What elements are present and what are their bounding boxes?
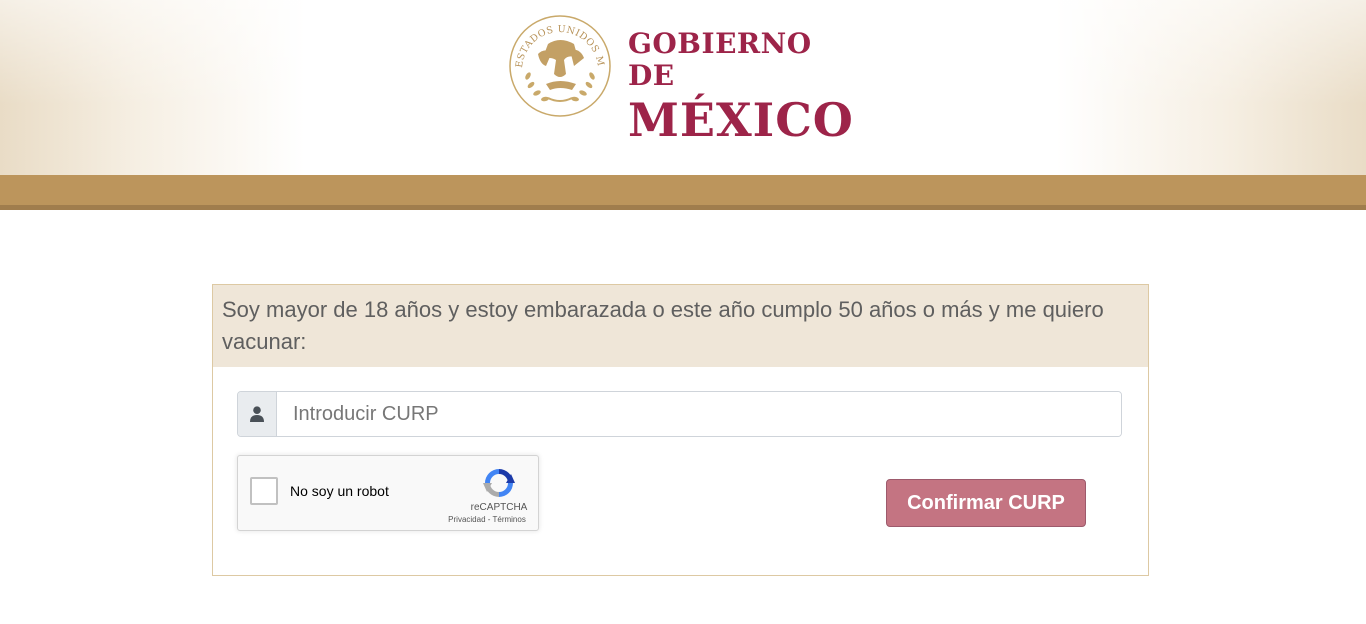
user-icon [250, 406, 264, 422]
header-gold-bar-shadow [0, 205, 1366, 210]
recaptcha-label: No soy un robot [290, 483, 389, 499]
recaptcha-logo-icon [483, 469, 515, 497]
curp-input[interactable] [277, 392, 1121, 436]
recaptcha-privacy-terms-links[interactable]: Privacidad - Términos [434, 515, 540, 524]
recaptcha-brand: reCAPTCHA [470, 502, 528, 513]
header-decoration-right [1056, 0, 1366, 175]
site-header: ESTADOS UNIDOS MEXICANOS [0, 0, 1366, 175]
curp-addon [238, 392, 277, 436]
curp-input-group [237, 391, 1122, 437]
recaptcha-widget: No soy un robot reCAPTCHA Privacidad - T… [237, 455, 539, 531]
brand-line-mexico: MÉXICO [628, 93, 854, 147]
header-decoration-left [0, 0, 305, 175]
national-seal-icon: ESTADOS UNIDOS MEXICANOS [508, 14, 611, 117]
vaccination-registration-panel: Soy mayor de 18 años y estoy embarazada … [212, 284, 1149, 576]
brand-wordmark: GOBIERNO DE MÉXICO [628, 27, 868, 147]
brand-line-gobierno: GOBIERNO DE [628, 27, 812, 92]
confirm-curp-button[interactable]: Confirmar CURP [886, 479, 1086, 527]
panel-heading: Soy mayor de 18 años y estoy embarazada … [213, 285, 1148, 367]
recaptcha-checkbox[interactable] [250, 477, 278, 505]
panel-title: Soy mayor de 18 años y estoy embarazada … [222, 297, 1104, 354]
gobierno-de-mexico-logo[interactable]: ESTADOS UNIDOS MEXICANOS [508, 14, 868, 144]
header-gold-bar [0, 175, 1366, 205]
